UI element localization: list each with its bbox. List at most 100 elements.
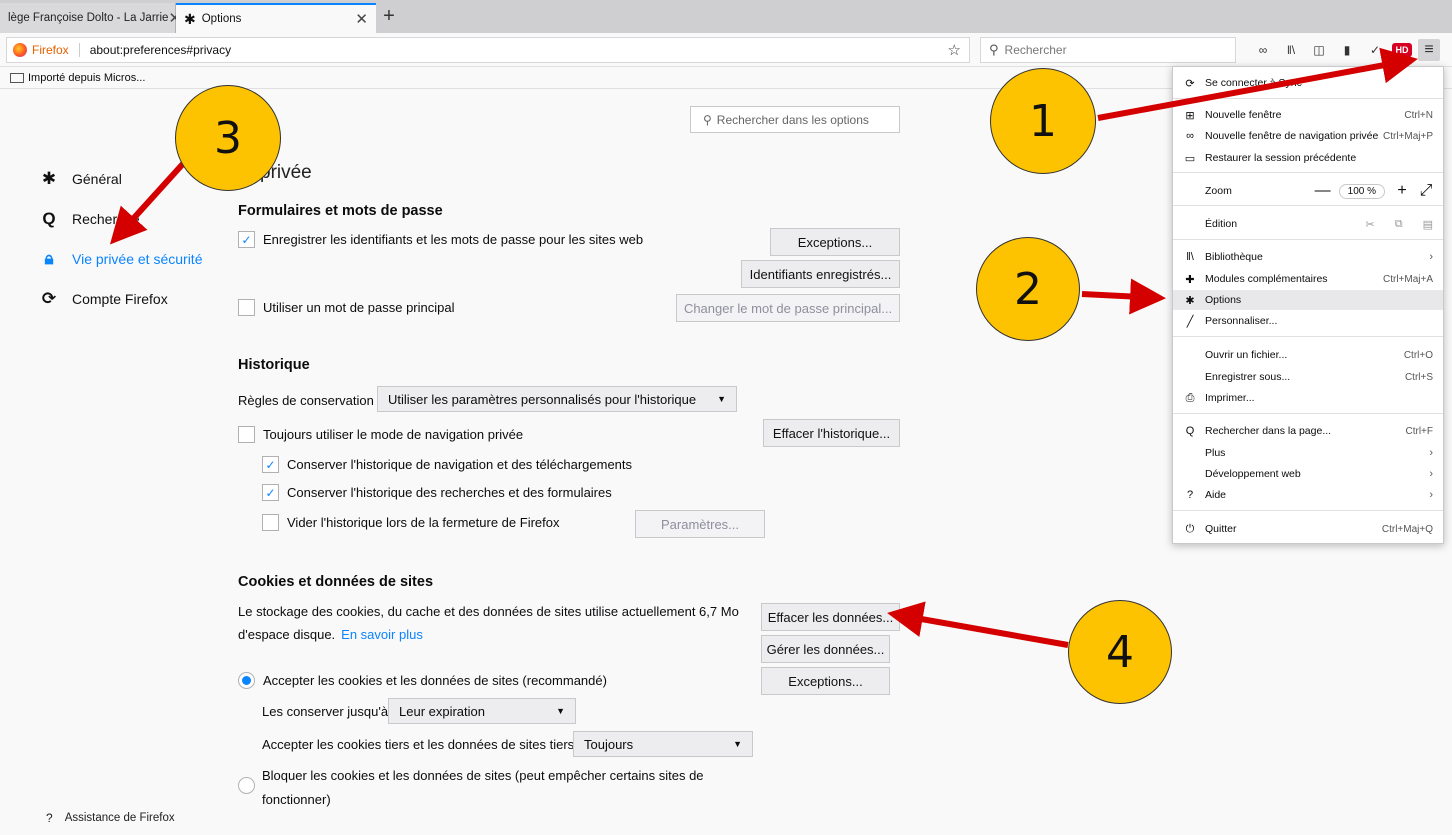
sidebar-item-privacy[interactable]: 🔒︎ Vie privée et sécurité [40, 239, 202, 279]
clear-history-button[interactable]: Effacer l'historique... [763, 419, 900, 447]
bookmark-folder[interactable]: Importé depuis Micros... [28, 72, 145, 84]
menu-item-label: Options [1205, 294, 1242, 306]
keep-browsing-row[interactable]: ✓ Conserver l'historique de navigation e… [262, 456, 632, 473]
fullscreen-icon[interactable]: ⤢ [1419, 182, 1433, 200]
zoom-out-button[interactable]: — [1315, 182, 1331, 200]
menu-item-open-file[interactable]: Ouvrir un fichier... Ctrl+O [1173, 345, 1443, 365]
bookmark-star-icon[interactable]: ☆ [948, 41, 961, 59]
keep-until-select[interactable]: Leur expiration ▼ [388, 698, 576, 724]
menu-item-label: Se connecter à Sync [1205, 77, 1302, 89]
search-bar[interactable]: ⚲ Rechercher [980, 37, 1236, 63]
help-icon: ? [1186, 489, 1194, 501]
menu-item-library[interactable]: ‖\ Bibliothèque › [1173, 247, 1443, 267]
search-icon: Q [1185, 425, 1195, 437]
tab-strip: lège Françoise Dolto - La Jarrie ✕ ✱ Opt… [0, 0, 1452, 33]
save-logins-checkbox[interactable]: ✓ [238, 231, 255, 248]
extension-icon[interactable]: ✓ [1364, 39, 1386, 61]
copy-icon[interactable]: ⧉ [1395, 218, 1403, 231]
forms-heading: Formulaires et mots de passe [238, 203, 443, 219]
zoom-reset-button[interactable]: 100 % [1338, 183, 1385, 199]
keep-search-label: Conserver l'historique des recherches et… [287, 485, 612, 500]
hd-extension-icon[interactable]: HD [1392, 43, 1412, 57]
change-master-password-button[interactable]: Changer le mot de passe principal... [676, 294, 900, 322]
menu-item-label: Plus [1205, 447, 1226, 459]
library-icon[interactable]: ‖\ [1280, 39, 1302, 61]
clear-on-close-label: Vider l'historique lors de la fermeture … [287, 515, 560, 530]
url-text[interactable]: about:preferences#privacy [90, 43, 231, 57]
accept-cookies-row[interactable]: Accepter les cookies et les données de s… [238, 672, 607, 689]
hamburger-menu-icon[interactable]: ≡ [1418, 39, 1440, 61]
menu-item-restore-session[interactable]: ▭ Restaurer la session précédente [1173, 148, 1443, 168]
menu-item-label: Enregistrer sous... [1205, 371, 1291, 383]
menu-item-sync[interactable]: ⟳ Se connecter à Sync [1173, 73, 1443, 93]
close-tab-icon[interactable]: ✕ [355, 10, 368, 28]
zoom-controls: — 100 % + ⤢ [1315, 182, 1433, 200]
master-password-label: Utiliser un mot de passe principal [263, 300, 455, 315]
menu-item-save-as[interactable]: Enregistrer sous... Ctrl+S [1173, 367, 1443, 387]
firefox-support-link[interactable]: ? Assistance de Firefox [46, 811, 175, 825]
block-cookies-radio[interactable] [238, 777, 255, 794]
keep-search-row[interactable]: ✓ Conserver l'historique des recherches … [262, 484, 612, 501]
options-search-input[interactable]: ⚲ Rechercher dans les options [690, 106, 900, 133]
always-private-checkbox[interactable] [238, 426, 255, 443]
menu-item-new-window[interactable]: ⊞ Nouvelle fenêtre Ctrl+N [1173, 105, 1443, 125]
menu-shortcut: Ctrl+Maj+A [1382, 273, 1433, 285]
clear-on-close-row[interactable]: Vider l'historique lors de la fermeture … [262, 514, 559, 531]
tab-college[interactable]: lège Françoise Dolto - La Jarrie ✕ [0, 3, 181, 33]
menu-item-private-window[interactable]: ∞ Nouvelle fenêtre de navigation privée … [1173, 126, 1443, 146]
cut-icon[interactable]: ✂ [1366, 218, 1375, 231]
menu-item-customize[interactable]: ╱ Personnaliser... [1173, 311, 1443, 331]
master-password-row[interactable]: Utiliser un mot de passe principal [238, 299, 454, 316]
sidebar-icon[interactable]: ◫ [1308, 39, 1330, 61]
menu-item-addons[interactable]: ✚ Modules complémentaires Ctrl+Maj+A [1173, 269, 1443, 289]
preferences-sidebar: ✱ Général Q Recherche 🔒︎ Vie privée et s… [40, 159, 203, 319]
keep-browsing-label: Conserver l'historique de navigation et … [287, 457, 633, 472]
tab-options[interactable]: ✱ Options ✕ [176, 3, 376, 33]
sidebar-item-firefox-account[interactable]: ⟳ Compte Firefox [40, 279, 202, 319]
master-password-checkbox[interactable] [238, 299, 255, 316]
menu-item-label: Nouvelle fenêtre [1205, 109, 1282, 121]
manage-data-button[interactable]: Gérer les données... [761, 635, 890, 663]
clear-on-close-checkbox[interactable] [262, 514, 279, 531]
menu-item-print[interactable]: ⎙ Imprimer... [1173, 388, 1443, 408]
chevron-right-icon: › [1429, 489, 1433, 501]
saved-logins-button[interactable]: Identifiants enregistrés... [741, 260, 900, 288]
cookies-exceptions-button[interactable]: Exceptions... [761, 667, 890, 695]
history-rules-value: Utiliser les paramètres personnalisés po… [388, 391, 697, 407]
paste-icon[interactable]: ▤ [1423, 218, 1433, 231]
help-icon: ? [46, 811, 53, 825]
gear-icon: ✱ [1185, 294, 1195, 307]
chevron-down-icon: ▼ [556, 706, 565, 716]
library-icon: ‖\ [1186, 251, 1194, 263]
reader-icon[interactable]: ▮ [1336, 39, 1358, 61]
menu-item-options[interactable]: ✱ Options [1173, 290, 1443, 310]
always-private-row[interactable]: Toujours utiliser le mode de navigation … [238, 426, 523, 443]
sidebar-item-general[interactable]: ✱ Général [40, 159, 202, 199]
private-mask-icon[interactable]: ∞ [1252, 39, 1274, 61]
gear-icon: ✱ [184, 10, 196, 27]
cookies-heading: Cookies et données de sites [238, 574, 434, 590]
menu-item-help[interactable]: ? Aide › [1173, 485, 1443, 505]
menu-item-find[interactable]: Q Rechercher dans la page... Ctrl+F [1173, 421, 1443, 441]
keep-search-checkbox[interactable]: ✓ [262, 484, 279, 501]
clear-data-button[interactable]: Effacer les données... [761, 603, 900, 631]
history-rules-select[interactable]: Utiliser les paramètres personnalisés po… [377, 386, 737, 412]
accept-cookies-radio[interactable] [238, 672, 255, 689]
history-heading: Historique [238, 357, 310, 373]
annotation-circle-2: 2 [976, 237, 1080, 341]
menu-item-more[interactable]: Plus › [1173, 443, 1443, 463]
menu-item-label: Développement web [1205, 468, 1301, 480]
learn-more-link[interactable]: En savoir plus [341, 627, 423, 642]
url-bar[interactable]: Firefox about:preferences#privacy ☆ [6, 37, 970, 63]
third-party-select[interactable]: Toujours ▼ [573, 731, 753, 757]
save-logins-row[interactable]: ✓ Enregistrer les identifiants et les mo… [238, 231, 643, 248]
menu-item-webdev[interactable]: Développement web › [1173, 464, 1443, 484]
zoom-in-button[interactable]: + [1395, 182, 1409, 200]
menu-item-quit[interactable]: ⏻ Quitter Ctrl+Maj+Q [1173, 519, 1443, 539]
keep-browsing-checkbox[interactable]: ✓ [262, 456, 279, 473]
history-settings-button[interactable]: Paramètres... [635, 510, 765, 538]
new-tab-button[interactable]: + [376, 3, 402, 31]
block-cookies-row[interactable] [238, 777, 263, 794]
logins-exceptions-button[interactable]: Exceptions... [770, 228, 900, 256]
sidebar-item-search[interactable]: Q Recherche [40, 199, 202, 239]
